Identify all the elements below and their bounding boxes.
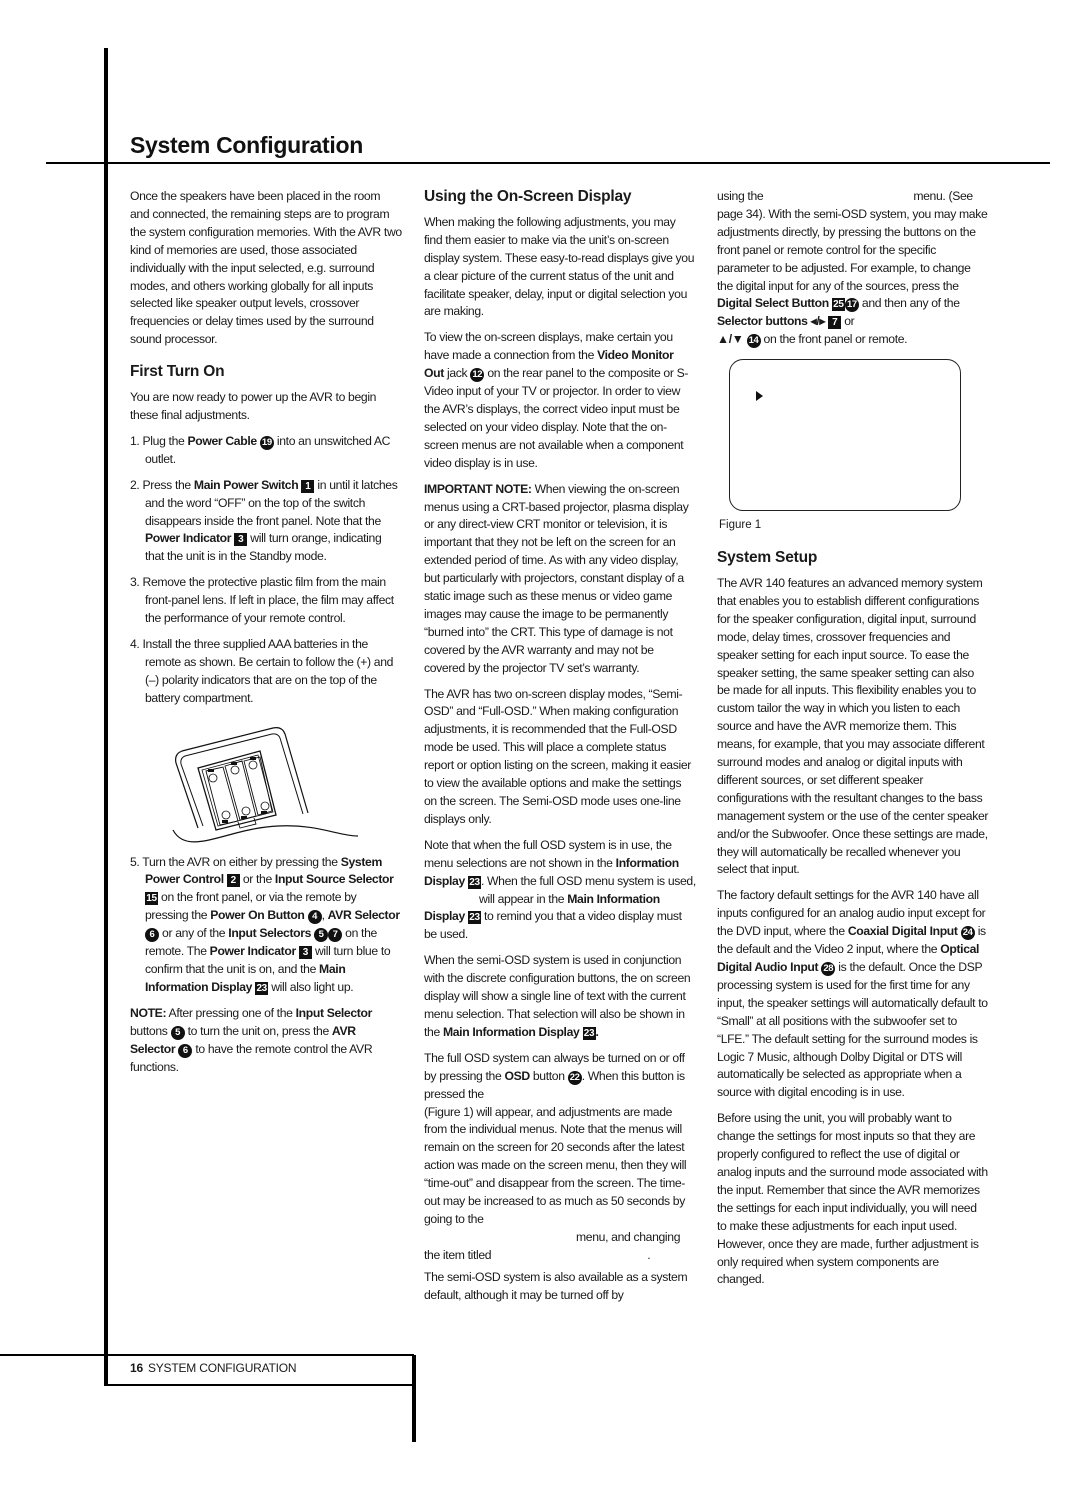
setup-paragraph-1: The AVR 140 features an advanced memory …	[717, 575, 989, 877]
important-note: IMPORTANT NOTE: When viewing the on-scre…	[424, 481, 689, 675]
ref-number-badge: 23	[467, 911, 481, 925]
osd-paragraph-5: Note that when the full OSD system is in…	[424, 837, 696, 942]
osd-paragraph-4: The AVR has two on-screen display modes,…	[424, 686, 691, 826]
section-heading-on-screen-display: Using the On-Screen Display	[424, 188, 632, 205]
figure-caption: Figure 1	[719, 519, 762, 532]
ref-number-badge: 28	[821, 962, 836, 976]
column-3: using the menu. (See page 34). With the s…	[717, 188, 989, 1297]
ref-number-badge: 23	[467, 875, 481, 889]
note-paragraph: NOTE: After pressing one of the Input Se…	[130, 1005, 373, 1074]
ref-number-badge: 5	[170, 1025, 185, 1040]
osd-paragraph-8: The semi-OSD system is also available as…	[424, 1269, 688, 1302]
footer-bottom-rule	[104, 1384, 414, 1386]
ref-number-badge: 7	[828, 316, 842, 330]
title-rule	[46, 162, 1050, 164]
ref-number-badge: 3	[298, 946, 312, 960]
first-turn-on-intro: You are now ready to power up the AVR to…	[130, 390, 377, 422]
section-heading-first-turn-on: First Turn On	[130, 363, 225, 381]
ref-number-badge: 7	[328, 928, 343, 943]
ref-number-badge: 23	[582, 1026, 596, 1040]
ref-number-badge: 3	[234, 533, 248, 547]
column-1: Once the speakers have been placed in th…	[130, 188, 402, 1084]
ref-number-badge: 22	[567, 1070, 582, 1085]
remote-battery-illustration	[172, 726, 359, 843]
ref-number-badge: 14	[746, 334, 761, 349]
ref-number-badge: 25	[831, 298, 845, 312]
ref-number-badge: 6	[145, 928, 159, 943]
ref-number-badge: 2	[226, 874, 240, 888]
ref-number-badge: 6	[178, 1043, 193, 1058]
section-heading-system-setup: System Setup	[717, 549, 818, 567]
ref-number-badge: 1	[301, 479, 315, 493]
left-margin-bar	[104, 48, 108, 1386]
step-5: 5. Turn the AVR on either by pressing th…	[130, 854, 400, 995]
footer-section-title: SYSTEM CONFIGURATION	[147, 1361, 297, 1375]
cursor-arrow-icon	[756, 391, 763, 402]
semi-osd-paragraph: using the menu. (See page 34). With the s…	[717, 189, 988, 349]
ref-number-badge: 19	[259, 435, 274, 450]
page-title: System Configuration	[130, 132, 363, 158]
ref-number-badge: 17	[844, 298, 859, 313]
osd-paragraph-1: When making the following adjustments, y…	[424, 214, 695, 319]
setup-paragraph-2: The factory default settings for the AVR…	[717, 888, 988, 1100]
osd-paragraph-2: To view the on-screen displays, make cer…	[424, 330, 689, 470]
column-2: Using the On-Screen Display When making …	[424, 188, 696, 1312]
footer-right-bar	[412, 1355, 416, 1442]
step-4: 4. Install the three supplied AAA batter…	[130, 636, 394, 705]
ref-number-badge: 5	[314, 928, 329, 943]
ref-number-badge: 23	[255, 981, 269, 995]
page-footer: 16 SYSTEM CONFIGURATION	[130, 1361, 297, 1375]
ref-number-badge: 4	[307, 910, 322, 925]
intro-paragraph: Once the speakers have been placed in th…	[130, 189, 402, 347]
ref-number-badge: 24	[960, 926, 975, 941]
osd-paragraph-6: When the semi-OSD system is used in conj…	[424, 953, 691, 1040]
figure-1-osd-screen	[729, 359, 961, 512]
up-down-arrows-icon: ▲/▼	[717, 332, 744, 347]
page-number: 16	[130, 1361, 143, 1375]
step-3: 3. Remove the protective plastic film fr…	[130, 575, 394, 626]
step-2: 2. Press the Main Power Switch 1 in unti…	[130, 477, 398, 564]
footer-top-rule	[0, 1354, 414, 1356]
ref-number-badge: 15	[145, 892, 158, 906]
osd-paragraph-7: The full OSD system can always be turned…	[424, 1050, 687, 1262]
step-1: 1. Plug the Power Cable 19 into an unswi…	[130, 433, 391, 466]
setup-paragraph-3: Before using the unit, you will probably…	[717, 1111, 988, 1287]
ref-number-badge: 12	[470, 368, 485, 383]
